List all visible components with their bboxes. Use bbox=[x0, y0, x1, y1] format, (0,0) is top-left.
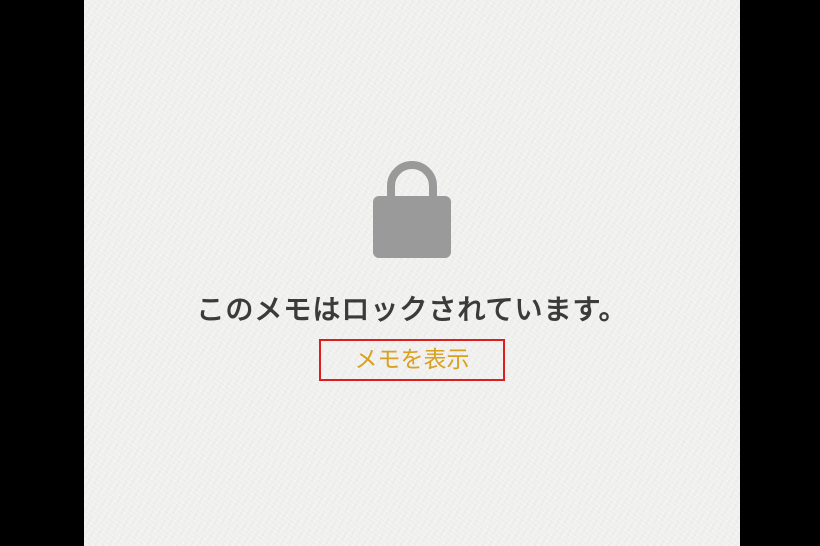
locked-message: このメモはロックされています。 bbox=[196, 293, 628, 326]
note-screen: このメモはロックされています。 メモを表示 bbox=[84, 0, 740, 546]
show-note-button[interactable]: メモを表示 bbox=[319, 339, 505, 381]
lock-icon bbox=[373, 161, 451, 258]
